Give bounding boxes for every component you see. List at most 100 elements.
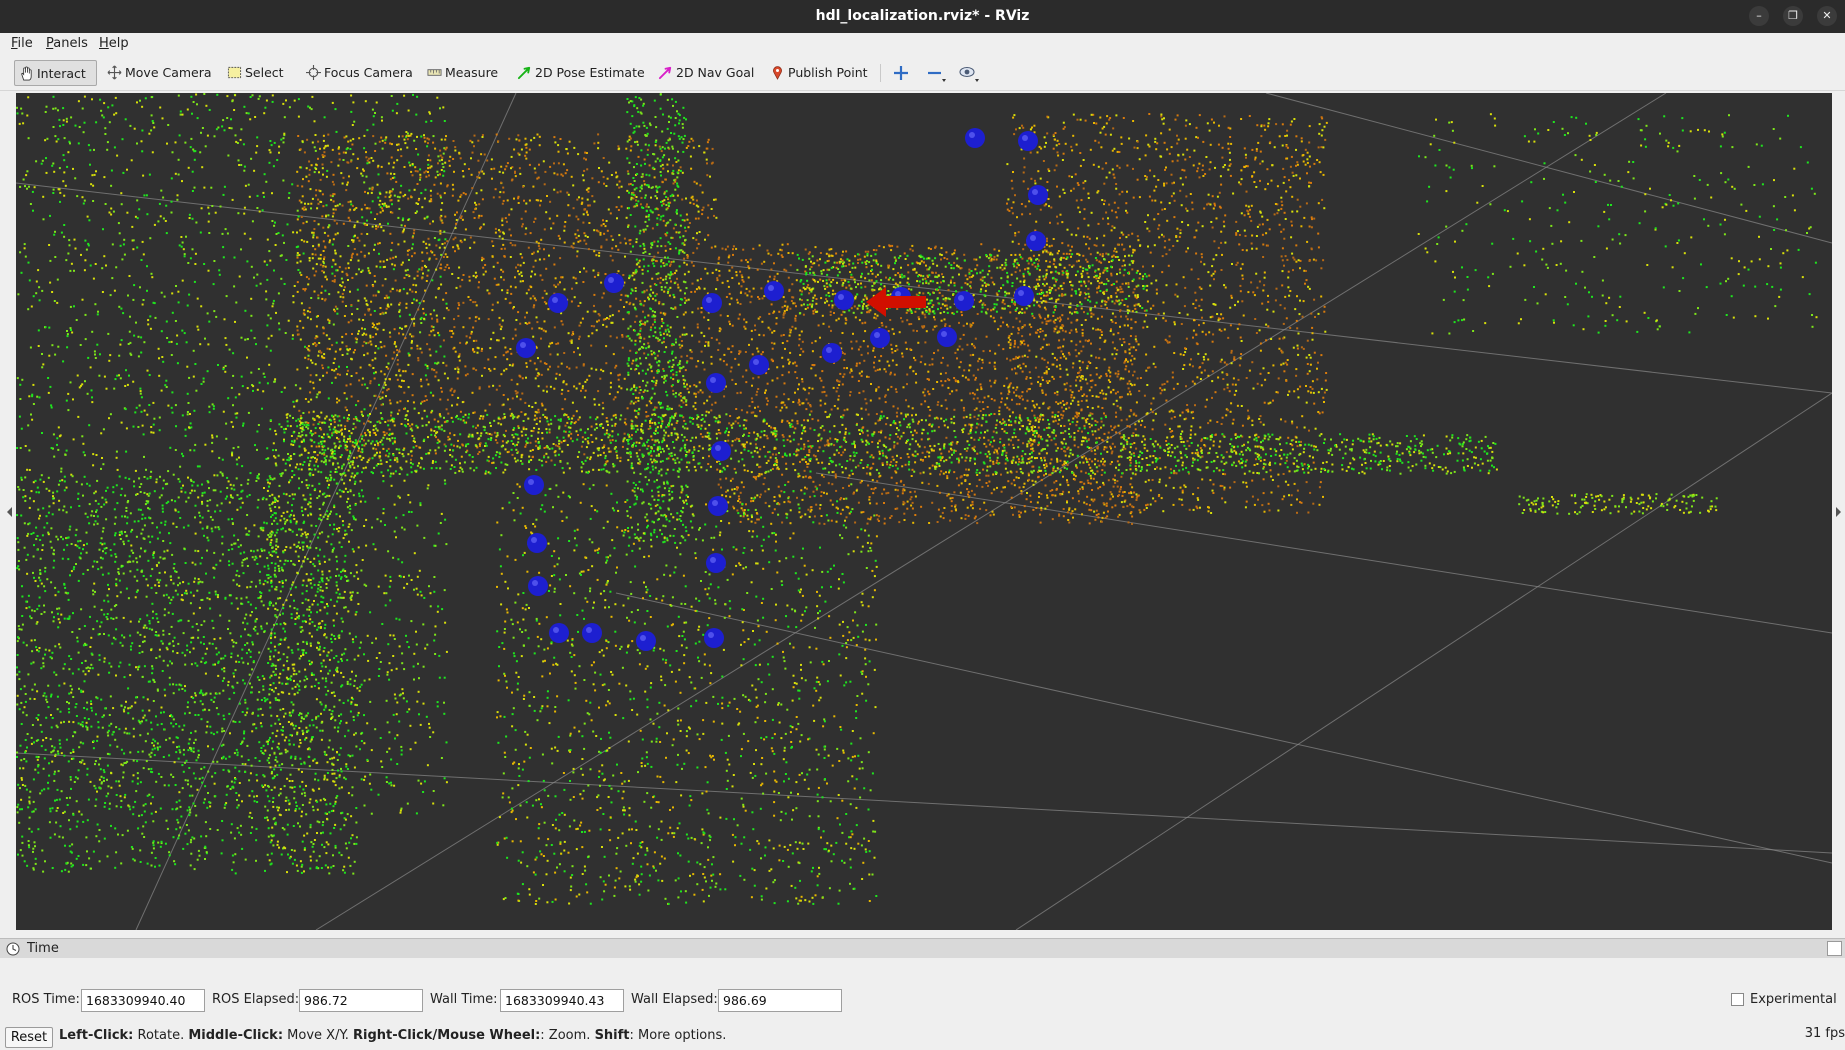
- point-cloud-scene: [16, 93, 1832, 930]
- mouse-hint-text: Left-Click: Rotate. Middle-Click: Move X…: [59, 1028, 726, 1043]
- particle-marker: [954, 291, 974, 311]
- hint-left-click-text: Rotate.: [133, 1028, 189, 1043]
- particle-marker: [965, 128, 985, 148]
- ruler-icon: [427, 69, 442, 76]
- particle-marker: [937, 327, 957, 347]
- camera-type-icon: [959, 66, 979, 82]
- particle-marker-highlight: [1018, 290, 1024, 296]
- float-panel-button[interactable]: [1827, 941, 1842, 956]
- particle-marker-highlight: [706, 297, 712, 303]
- remove-tool-icon: [928, 71, 946, 82]
- tool-2d-pose-estimate[interactable]: 2D Pose Estimate: [513, 60, 645, 86]
- particle-marker-highlight: [520, 342, 526, 348]
- time-panel-title: Time: [27, 941, 59, 956]
- hint-left-click: Left-Click:: [59, 1028, 134, 1043]
- add-tool-icon: [894, 66, 908, 80]
- particle-marker-highlight: [941, 331, 947, 337]
- tool-2d-nav-goal[interactable]: 2D Nav Goal: [654, 60, 754, 86]
- particle-marker: [1026, 231, 1046, 251]
- close-button[interactable]: ✕: [1817, 6, 1837, 26]
- particle-marker-highlight: [1032, 189, 1038, 195]
- particle-marker: [834, 290, 854, 310]
- particle-marker-highlight: [586, 627, 592, 633]
- tool-select[interactable]: Select: [223, 60, 284, 86]
- ros-time-field[interactable]: [81, 989, 205, 1012]
- tool-measure[interactable]: Measure: [423, 60, 498, 86]
- particle-marker-highlight: [708, 632, 714, 638]
- particle-marker: [1014, 286, 1034, 306]
- menu-panels-label: anels: [53, 36, 88, 51]
- particle-marker-highlight: [552, 297, 558, 303]
- particle-marker: [706, 373, 726, 393]
- ros-elapsed-field[interactable]: [299, 989, 423, 1012]
- tool-move-camera-label: Move Camera: [125, 65, 212, 80]
- particle-marker: [704, 628, 724, 648]
- particle-marker-highlight: [753, 359, 759, 365]
- hint-right-click: Right-Click/Mouse Wheel:: [353, 1028, 541, 1043]
- wall-time-field[interactable]: [500, 989, 624, 1012]
- menu-panels[interactable]: Panels: [46, 33, 88, 54]
- toolbar-separator: [880, 64, 881, 82]
- menu-bar: File Panels Help: [0, 33, 1845, 54]
- focus-camera-icon: [306, 65, 321, 80]
- window-title: hdl_localization.rviz* - RViz: [815, 8, 1030, 24]
- hint-shift-text: : More options.: [629, 1028, 727, 1043]
- experimental-checkbox[interactable]: [1731, 993, 1744, 1006]
- particle-marker: [822, 343, 842, 363]
- menu-help-mnemonic: H: [99, 36, 109, 51]
- right-dock-arrow-icon[interactable]: [1834, 505, 1844, 519]
- tool-focus-camera-label: Focus Camera: [324, 65, 413, 80]
- particle-marker-highlight: [710, 377, 716, 383]
- add-tool-button[interactable]: [889, 62, 913, 84]
- hint-middle-click-text: Move X/Y.: [283, 1028, 354, 1043]
- particle-marker-highlight: [640, 635, 646, 641]
- wall-elapsed-label: Wall Elapsed:: [631, 992, 718, 1007]
- ros-time-label: ROS Time:: [12, 992, 80, 1007]
- particle-marker-highlight: [958, 295, 964, 301]
- tool-move-camera[interactable]: Move Camera: [103, 60, 212, 86]
- particle-marker-highlight: [874, 332, 880, 338]
- wall-elapsed-field[interactable]: [718, 989, 842, 1012]
- menu-file[interactable]: File: [11, 33, 33, 54]
- menu-file-label: ile: [17, 36, 33, 51]
- particle-marker: [582, 623, 602, 643]
- left-dock-arrow-icon[interactable]: [4, 505, 14, 519]
- green-arrow-icon: [517, 66, 531, 80]
- wall-time-label: Wall Time:: [430, 992, 498, 1007]
- minimize-button[interactable]: –: [1749, 6, 1769, 26]
- hint-shift: Shift: [594, 1028, 630, 1043]
- particle-marker: [549, 623, 569, 643]
- particle-marker-highlight: [826, 347, 832, 353]
- camera-type-button[interactable]: [956, 62, 980, 84]
- particle-marker-highlight: [528, 479, 534, 485]
- select-icon: [227, 66, 242, 79]
- 3d-render-view[interactable]: [16, 93, 1832, 930]
- particle-marker: [604, 273, 624, 293]
- tool-publish-point[interactable]: Publish Point: [766, 60, 868, 86]
- hint-middle-click: Middle-Click:: [188, 1028, 284, 1043]
- particle-marker: [764, 281, 784, 301]
- maximize-button[interactable]: ❐: [1783, 6, 1803, 26]
- particle-marker: [528, 576, 548, 596]
- particle-marker-highlight: [531, 537, 537, 543]
- hint-right-click-text: : Zoom.: [540, 1028, 595, 1043]
- remove-tool-button[interactable]: [923, 62, 947, 84]
- particle-marker-highlight: [768, 285, 774, 291]
- particle-marker-highlight: [1030, 235, 1036, 241]
- tool-bar: Interact Move Camera Select Focus Camera…: [0, 54, 1845, 91]
- particle-marker: [708, 496, 728, 516]
- tool-2d-pose-estimate-label: 2D Pose Estimate: [535, 65, 645, 80]
- tool-2d-nav-goal-label: 2D Nav Goal: [676, 65, 755, 80]
- particle-marker-highlight: [838, 294, 844, 300]
- particle-marker-highlight: [710, 557, 716, 563]
- tool-focus-camera[interactable]: Focus Camera: [302, 60, 413, 86]
- window-titlebar: hdl_localization.rviz* - RViz – ❐ ✕: [0, 0, 1845, 33]
- particle-marker-highlight: [532, 580, 538, 586]
- experimental-label: Experimental: [1750, 992, 1837, 1007]
- reset-button[interactable]: Reset: [5, 1027, 53, 1048]
- menu-help[interactable]: Help: [99, 33, 129, 54]
- tool-interact[interactable]: Interact: [14, 60, 97, 86]
- hand-icon: [21, 66, 32, 81]
- menu-help-label: elp: [108, 36, 129, 51]
- particle-marker-highlight: [1022, 135, 1028, 141]
